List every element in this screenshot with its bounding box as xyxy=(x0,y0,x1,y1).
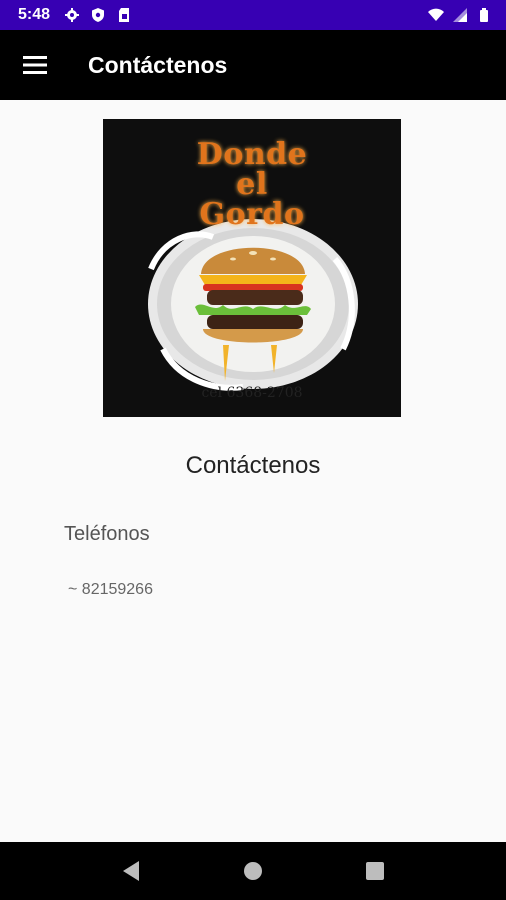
menu-button[interactable] xyxy=(0,30,70,100)
logo-phone: cel 6368-2708 xyxy=(201,385,303,401)
logo-title-line3: Gordo xyxy=(199,197,305,232)
recents-icon xyxy=(366,862,384,880)
signal-icon xyxy=(453,8,467,22)
battery-icon xyxy=(480,8,488,22)
phone-number-link[interactable]: ~ 82159266 xyxy=(68,581,153,599)
status-icons-right xyxy=(428,7,492,23)
status-bar: 5:48 xyxy=(0,0,506,30)
nav-home-button[interactable] xyxy=(233,851,273,891)
content-area: Donde el Gordo cel 6368-2708 Contáctenos… xyxy=(0,100,506,842)
home-icon xyxy=(244,862,262,880)
status-icons-left xyxy=(64,7,132,23)
shield-icon xyxy=(92,8,105,22)
screen: 5:48 Contáctenos Donde el Gordo cel 6368… xyxy=(0,0,506,900)
restaurant-logo: Donde el Gordo cel 6368-2708 xyxy=(103,119,401,417)
wifi-icon xyxy=(428,8,444,21)
status-time: 5:48 xyxy=(18,6,51,23)
nav-back-button[interactable] xyxy=(111,851,151,891)
sim-card-icon xyxy=(119,8,130,22)
back-icon xyxy=(123,861,139,881)
settings-icon xyxy=(65,8,80,22)
toolbar-title: Contáctenos xyxy=(88,51,228,78)
hamburger-menu-icon xyxy=(23,56,47,74)
phones-section-label: Teléfonos xyxy=(64,523,150,545)
page-heading: Contáctenos xyxy=(185,452,321,479)
nav-recents-button[interactable] xyxy=(355,851,395,891)
system-nav-bar xyxy=(0,842,506,900)
app-toolbar: Contáctenos xyxy=(0,30,506,100)
